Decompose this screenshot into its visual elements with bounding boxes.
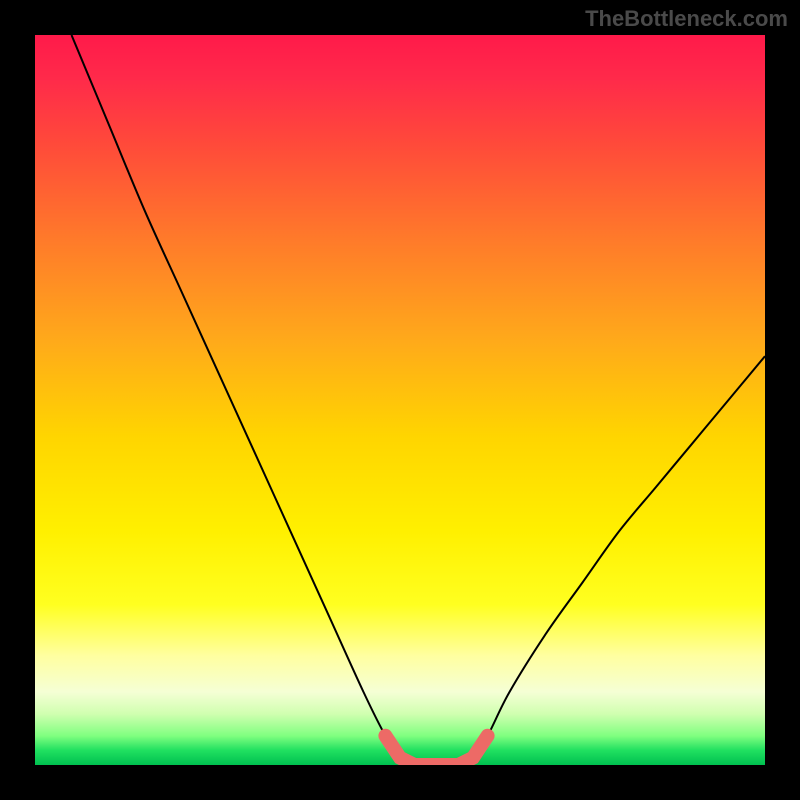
watermark-text: TheBottleneck.com xyxy=(585,6,788,32)
chart-plot-area xyxy=(35,35,765,765)
bottleneck-curve-line xyxy=(72,35,766,765)
valley-highlight xyxy=(385,736,487,765)
chart-curve-svg xyxy=(35,35,765,765)
